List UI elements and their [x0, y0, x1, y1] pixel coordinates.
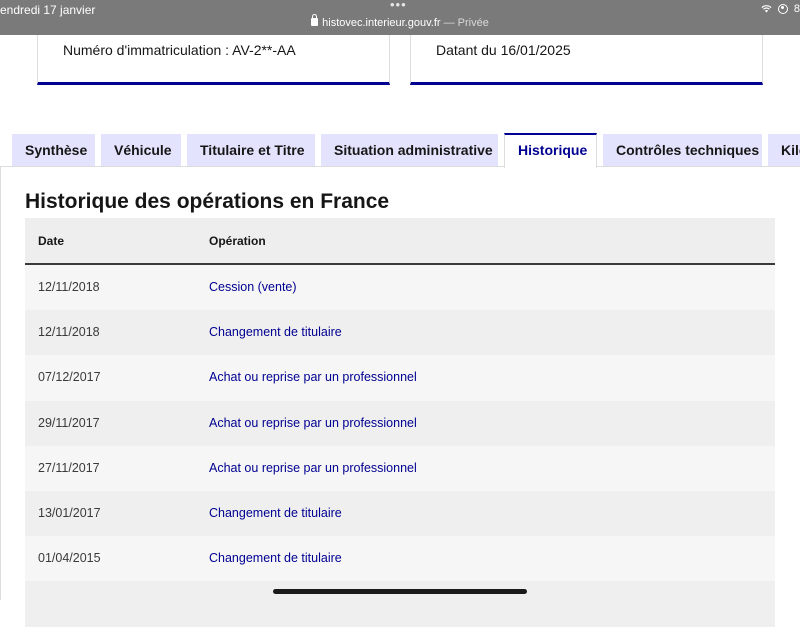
table-row: 29/11/2017 Achat ou reprise par un profe… [25, 400, 775, 446]
column-header-date: Date [38, 234, 65, 248]
browser-status-bar: endredi 17 janvier ••• histovec.interieu… [0, 0, 800, 35]
row-date: 12/11/2018 [38, 325, 100, 340]
table-row: 07/12/2017 Achat ou reprise par un profe… [25, 355, 775, 401]
table-header: Date Opération [25, 218, 775, 265]
tab-panel-border [0, 166, 800, 167]
row-date: 27/11/2017 [38, 460, 100, 475]
row-operation-link[interactable]: Changement de titulaire [209, 506, 342, 520]
row-date: 29/11/2017 [38, 415, 100, 430]
table-row: 12/11/2018 Changement de titulaire [25, 310, 775, 356]
lock-icon [311, 14, 319, 26]
tab-bar: Synthèse Véhicule Titulaire et Titre Sit… [0, 133, 800, 168]
private-label: — Privée [440, 17, 489, 29]
row-operation-link[interactable]: Changement de titulaire [209, 551, 342, 565]
section-title: Historique des opérations en France [25, 190, 390, 213]
column-header-operation: Opération [209, 234, 266, 248]
history-table: Date Opération 12/11/2018 Cession (vente… [25, 218, 775, 627]
tab-kilometrage[interactable]: Kilo [768, 134, 800, 167]
row-date: 07/12/2017 [38, 370, 101, 385]
status-time: endredi 17 janvier [0, 3, 96, 17]
tab-titulaire-et-titre[interactable]: Titulaire et Titre [187, 134, 315, 167]
url-text: histovec.interieur.gouv.fr [322, 17, 441, 29]
tab-vehicule[interactable]: Véhicule [101, 134, 181, 167]
table-row: 12/11/2018 Cession (vente) [25, 265, 775, 311]
registration-number: Numéro d'immatriculation : AV-2**-AA [63, 42, 296, 58]
table-row: 01/04/2015 Changement de titulaire [25, 536, 775, 582]
row-date: 12/11/2018 [38, 280, 100, 294]
address-bar[interactable]: histovec.interieur.gouv.fr — Privée [0, 14, 800, 29]
row-operation-link[interactable]: Achat ou reprise par un professionnel [209, 461, 417, 475]
row-operation-link[interactable]: Achat ou reprise par un professionnel [209, 370, 417, 384]
tab-situation-administrative[interactable]: Situation administrative [321, 134, 498, 167]
row-operation-link[interactable]: Cession (vente) [209, 280, 297, 294]
tab-synthese[interactable]: Synthèse [12, 134, 95, 167]
row-operation-link[interactable]: Changement de titulaire [209, 325, 342, 339]
table-row: 13/01/2017 Changement de titulaire [25, 490, 775, 537]
orientation-lock-icon [777, 4, 788, 14]
row-operation-link[interactable]: Achat ou reprise par un professionnel [209, 416, 417, 430]
home-indicator[interactable] [273, 589, 527, 594]
battery-percent: 8 [793, 3, 800, 15]
tab-historique[interactable]: Historique [504, 133, 597, 168]
status-icons: 8 [761, 3, 800, 15]
more-dots-icon[interactable]: ••• [390, 0, 407, 12]
tab-panel-left-border [0, 166, 1, 600]
row-date: 13/01/2017 [38, 505, 101, 520]
report-date-card: Datant du 16/01/2025 [410, 35, 763, 85]
wifi-icon [761, 5, 772, 13]
report-date: Datant du 16/01/2025 [436, 42, 571, 58]
table-row: 27/11/2017 Achat ou reprise par un profe… [25, 445, 775, 491]
registration-card: Numéro d'immatriculation : AV-2**-AA [37, 35, 390, 85]
tab-controles-techniques[interactable]: Contrôles techniques [603, 134, 762, 167]
row-date: 01/04/2015 [38, 551, 101, 566]
